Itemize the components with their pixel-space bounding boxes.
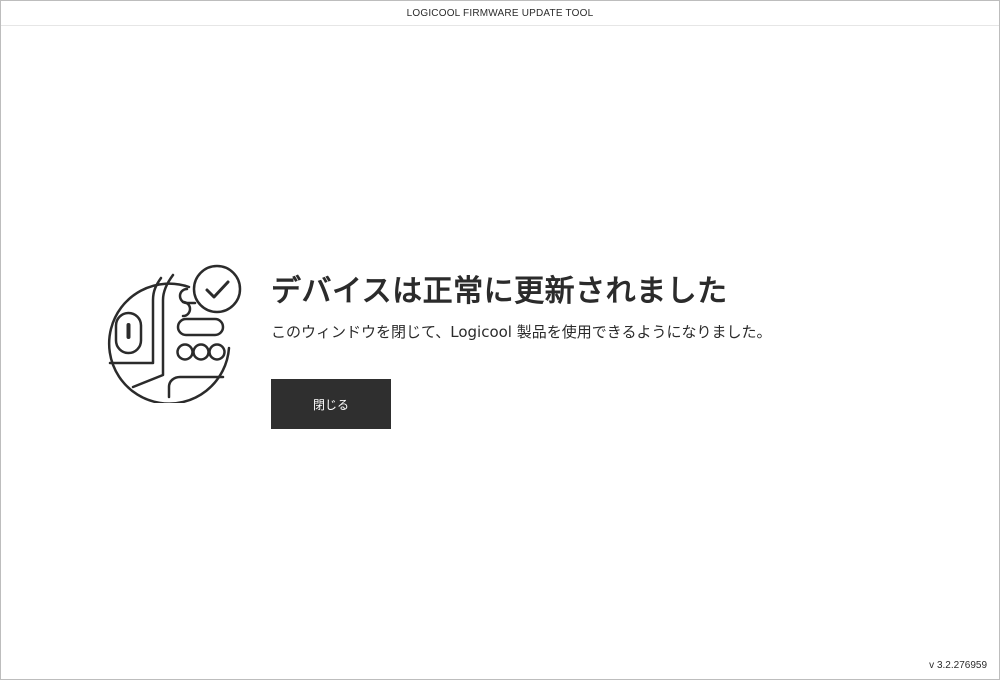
mouse-icon xyxy=(114,311,143,355)
checkmark-icon xyxy=(192,264,242,314)
main-content: デバイスは正常に更新されました このウィンドウを閉じて、Logicool 製品を… xyxy=(271,271,971,429)
window-title: LOGICOOL FIRMWARE UPDATE TOOL xyxy=(406,7,594,19)
close-button[interactable]: 閉じる xyxy=(271,379,391,429)
version-label: v 3.2.276959 xyxy=(929,660,987,671)
page-title: デバイスは正常に更新されました xyxy=(271,274,728,309)
title-bar: LOGICOOL FIRMWARE UPDATE TOOL xyxy=(1,1,999,26)
description-text: このウィンドウを閉じて、Logicool 製品を使用できるようになりました。 xyxy=(271,323,772,341)
devices-icon xyxy=(107,264,242,403)
app-window: LOGICOOL FIRMWARE UPDATE TOOL デバイスは正常に更新… xyxy=(0,0,1000,680)
